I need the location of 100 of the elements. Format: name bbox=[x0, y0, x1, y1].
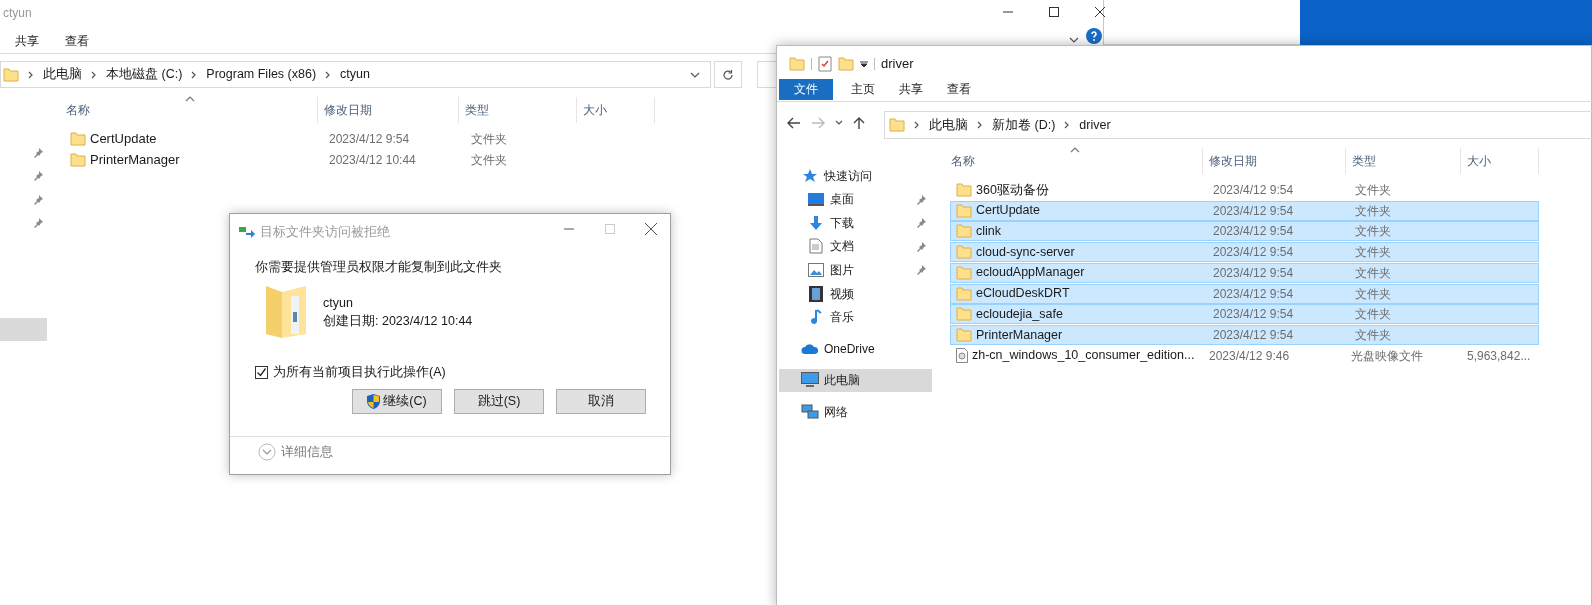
folder-icon bbox=[70, 153, 86, 167]
file-row[interactable]: eCloudDeskDRT 2023/4/12 9:54 文件夹 bbox=[950, 283, 1539, 304]
column-header[interactable]: 类型 bbox=[459, 97, 577, 123]
help-icon[interactable] bbox=[1086, 28, 1102, 44]
network-icon bbox=[801, 403, 819, 420]
expand-ribbon-icon[interactable] bbox=[1069, 37, 1079, 43]
folder-icon bbox=[956, 265, 972, 280]
file-row[interactable]: PrinterManager 2023/4/12 9:54 文件夹 bbox=[950, 324, 1539, 345]
dialog-button[interactable]: 跳过(S) bbox=[454, 389, 544, 414]
chevron-right-icon bbox=[976, 121, 984, 129]
chevron-right-icon bbox=[913, 121, 921, 129]
ribbon-tab[interactable]: 查看 bbox=[935, 79, 983, 100]
file-row[interactable]: 360驱动备份 2023/4/12 9:54 文件夹 bbox=[950, 180, 1539, 200]
column-header[interactable]: 大小 bbox=[577, 97, 655, 123]
column-header[interactable]: 类型 bbox=[1346, 148, 1461, 174]
breadcrumb-item[interactable]: 此电脑 bbox=[929, 115, 968, 135]
check-icon bbox=[256, 366, 267, 378]
close-icon bbox=[644, 223, 657, 235]
column-header[interactable]: 名称 bbox=[60, 97, 318, 123]
close-icon bbox=[1095, 7, 1105, 17]
address-bar[interactable]: 此电脑 本地磁盘 (C:) Program Files (x86) ctyun bbox=[0, 61, 711, 88]
dialog-message: 你需要提供管理员权限才能复制到此文件夹 bbox=[255, 259, 502, 276]
file-type: 文件夹 bbox=[1355, 264, 1392, 282]
folder-icon bbox=[956, 183, 972, 197]
document-icon bbox=[809, 238, 823, 255]
file-row[interactable]: clink 2023/4/12 9:54 文件夹 bbox=[950, 221, 1539, 242]
file-type: 光盘映像文件 bbox=[1351, 347, 1424, 365]
column-header[interactable]: 修改日期 bbox=[318, 97, 459, 123]
column-header[interactable]: 大小 bbox=[1461, 148, 1539, 174]
pin-icon bbox=[917, 218, 927, 229]
breadcrumb-item[interactable]: 本地磁盘 (C:) bbox=[106, 65, 183, 84]
shield-icon bbox=[367, 394, 381, 409]
checkbox-label: 为所有当前项目执行此操作(A) bbox=[273, 364, 446, 381]
pin-icon bbox=[34, 148, 44, 158]
file-name: CertUpdate bbox=[90, 130, 158, 149]
star-icon bbox=[802, 167, 818, 184]
column-header[interactable]: 修改日期 bbox=[1203, 148, 1346, 174]
ribbon-tab[interactable]: 共享 bbox=[14, 31, 40, 51]
address-bar[interactable]: 此电脑 新加卷 (D:) driver bbox=[884, 111, 1592, 139]
back-icon[interactable] bbox=[787, 117, 801, 129]
nav-item[interactable]: 图片 bbox=[779, 258, 932, 282]
folder-icon bbox=[889, 118, 905, 132]
expand-details-icon[interactable] bbox=[258, 443, 276, 462]
folder-icon bbox=[956, 286, 972, 301]
file-row[interactable]: CertUpdate 2023/4/12 9:54 文件夹 bbox=[62, 129, 662, 149]
nav-item[interactable]: 网络 bbox=[779, 400, 932, 424]
breadcrumb-item[interactable]: driver bbox=[1079, 115, 1111, 135]
nav-label: 快速访问 bbox=[824, 167, 872, 185]
nav-item[interactable]: OneDrive bbox=[779, 337, 932, 361]
refresh-button[interactable] bbox=[714, 61, 742, 88]
pin-icon bbox=[917, 194, 927, 205]
breadcrumb-item[interactable]: 新加卷 (D:) bbox=[992, 115, 1056, 135]
file-name: 360驱动备份 bbox=[976, 181, 1050, 199]
customize-toolbar-icon[interactable] bbox=[860, 59, 868, 68]
file-type: 文件夹 bbox=[471, 131, 507, 148]
maximize-icon bbox=[1049, 7, 1059, 17]
file-row[interactable]: ecloudAppManager 2023/4/12 9:54 文件夹 bbox=[950, 262, 1539, 283]
nav-label: 网络 bbox=[824, 403, 848, 421]
recent-locations-icon[interactable] bbox=[835, 120, 843, 126]
ribbon-tab[interactable]: 查看 bbox=[64, 31, 90, 51]
column-header[interactable]: 名称 bbox=[945, 148, 1203, 174]
folder-icon bbox=[956, 245, 972, 260]
file-menu-button[interactable]: 文件 bbox=[779, 79, 833, 100]
nav-label: 视频 bbox=[830, 285, 854, 303]
ribbon-tab[interactable]: 共享 bbox=[887, 79, 935, 100]
computer-icon bbox=[801, 372, 819, 389]
file-row[interactable]: cloud-sync-server 2023/4/12 9:54 文件夹 bbox=[950, 242, 1539, 263]
refresh-icon bbox=[722, 68, 734, 81]
nav-item[interactable]: 快速访问 bbox=[779, 164, 932, 187]
dialog-button[interactable]: 继续(C) bbox=[352, 389, 442, 414]
dialog-button[interactable]: 取消 bbox=[556, 389, 646, 414]
file-row[interactable]: ecloudejia_safe 2023/4/12 9:54 文件夹 bbox=[950, 304, 1539, 325]
file-name: eCloudDeskDRT bbox=[976, 285, 1071, 303]
file-type: 文件夹 bbox=[1355, 223, 1392, 241]
download-arrow-icon bbox=[808, 214, 824, 231]
breadcrumb-item[interactable]: Program Files (x86) bbox=[206, 65, 317, 84]
file-type: 文件夹 bbox=[1355, 202, 1392, 220]
nav-item[interactable]: 视频 bbox=[779, 282, 932, 305]
file-row[interactable]: zh-cn_windows_10_consumer_edition... 2023/4/12 9:46 光盘映像文件 5,963,842... bbox=[950, 345, 1539, 366]
dropdown-icon[interactable] bbox=[690, 72, 700, 78]
nav-label: 桌面 bbox=[830, 191, 854, 209]
nav-item[interactable]: 文档 bbox=[779, 234, 932, 258]
nav-label: 此电脑 bbox=[824, 372, 860, 390]
checkbox[interactable] bbox=[255, 365, 268, 379]
nav-item[interactable]: 桌面 bbox=[779, 187, 932, 211]
details-toggle[interactable]: 详细信息 bbox=[281, 443, 333, 462]
nav-item[interactable]: 下载 bbox=[779, 211, 932, 235]
nav-item[interactable]: 此电脑 bbox=[779, 368, 932, 392]
file-name: PrinterManager bbox=[90, 151, 181, 170]
maximize-icon bbox=[604, 224, 615, 234]
up-icon[interactable] bbox=[853, 116, 865, 130]
nav-item[interactable]: 音乐 bbox=[779, 305, 932, 329]
file-row[interactable]: PrinterManager 2023/4/12 10:44 文件夹 bbox=[62, 150, 662, 170]
ribbon-tab[interactable]: 主页 bbox=[839, 79, 887, 100]
breadcrumb-item[interactable]: 此电脑 bbox=[43, 65, 82, 84]
file-row[interactable]: CertUpdate 2023/4/12 9:54 文件夹 bbox=[950, 200, 1539, 221]
folder-icon bbox=[956, 224, 972, 239]
breadcrumb-item[interactable]: ctyun bbox=[340, 65, 370, 84]
desktop-icon bbox=[808, 192, 824, 207]
properties-icon[interactable] bbox=[818, 55, 832, 72]
